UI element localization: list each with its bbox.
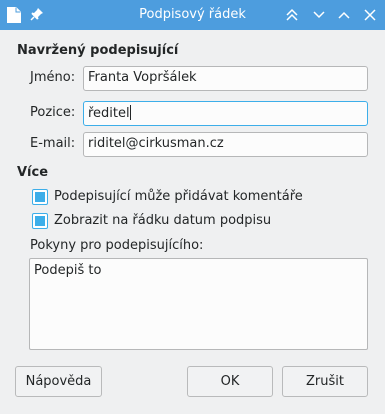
more-heading: Více: [17, 165, 49, 180]
signer-heading: Navržený podepisující: [17, 43, 179, 58]
instructions-value: Podepiš to: [34, 263, 102, 278]
name-value: Franta Vopršálek: [88, 70, 197, 85]
maximize-icon[interactable]: [336, 7, 352, 23]
name-label: Jméno:: [30, 70, 76, 85]
show-date-label[interactable]: Zobrazit na řádku datum podpisu: [54, 213, 271, 228]
ok-button[interactable]: OK: [187, 366, 273, 397]
show-date-checkbox[interactable]: [32, 213, 48, 229]
position-label: Pozice:: [30, 105, 76, 120]
title-bar[interactable]: Podpisový řádek: [0, 0, 385, 30]
help-button[interactable]: Nápověda: [15, 366, 102, 397]
minimize-icon[interactable]: [311, 7, 327, 23]
name-field[interactable]: Franta Vopršálek: [83, 66, 368, 91]
checkbox-fill: [35, 192, 45, 202]
text-cursor: [129, 105, 131, 120]
email-value: riditel@cirkusman.cz: [88, 136, 224, 151]
allow-comments-label[interactable]: Podepisující může přidávat komentáře: [54, 189, 303, 204]
position-value: ředitel: [88, 106, 130, 121]
email-label: E-mail:: [30, 136, 76, 151]
allow-comments-checkbox[interactable]: [32, 189, 48, 205]
email-field[interactable]: riditel@cirkusman.cz: [83, 132, 368, 157]
instructions-textarea[interactable]: Podepiš to: [29, 258, 368, 350]
keep-above-icon[interactable]: [284, 7, 300, 23]
cancel-button[interactable]: Zrušit: [282, 366, 368, 397]
position-field[interactable]: ředitel: [83, 101, 368, 126]
window-title: Podpisový řádek: [139, 7, 246, 22]
close-icon[interactable]: [362, 7, 378, 23]
instructions-label: Pokyny pro podepisujícího:: [30, 238, 204, 253]
checkbox-fill: [35, 216, 45, 226]
